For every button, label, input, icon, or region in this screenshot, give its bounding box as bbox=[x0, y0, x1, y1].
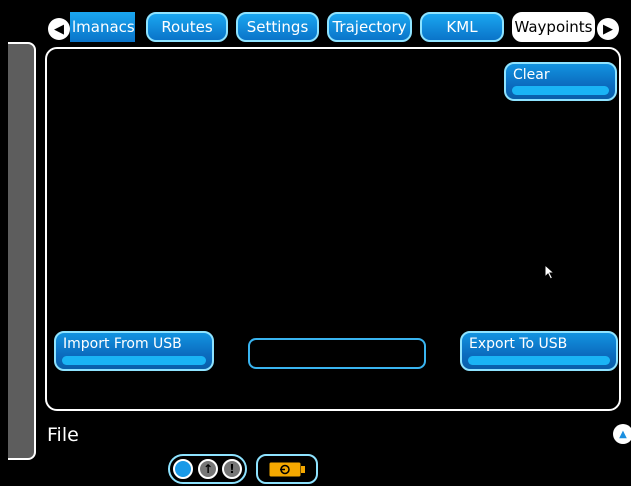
import-from-usb-button[interactable]: Import From USB bbox=[54, 331, 214, 371]
mouse-pointer-icon bbox=[544, 264, 556, 280]
button-highlight bbox=[468, 356, 610, 365]
tab-label: Trajectory bbox=[332, 18, 407, 36]
tab-kml[interactable]: KML bbox=[420, 12, 504, 42]
tab-label: Routes bbox=[161, 18, 213, 36]
tab-waypoints[interactable]: Waypoints bbox=[512, 12, 595, 42]
page-title: File bbox=[47, 424, 79, 446]
tab-label: lmanacs bbox=[72, 18, 135, 36]
tab-label: Settings bbox=[246, 18, 309, 36]
filename-input[interactable] bbox=[248, 338, 426, 369]
left-arrow-icon[interactable]: ◀ bbox=[48, 18, 70, 40]
tab-label: Waypoints bbox=[514, 18, 593, 36]
alert-icon[interactable]: ! bbox=[222, 459, 242, 479]
import-button-label: Import From USB bbox=[63, 336, 182, 352]
export-to-usb-button[interactable]: Export To USB bbox=[460, 331, 618, 371]
info-icon[interactable]: ↑ bbox=[198, 459, 218, 479]
tab-bar: ◀ lmanacs Routes Settings Trajectory KML… bbox=[0, 0, 631, 46]
tab-label: KML bbox=[446, 18, 478, 36]
battery-icon bbox=[268, 461, 305, 478]
active-mode-icon[interactable] bbox=[173, 459, 193, 479]
right-arrow-icon[interactable]: ▶ bbox=[597, 18, 619, 40]
button-highlight bbox=[62, 356, 206, 365]
clear-button-label: Clear bbox=[513, 67, 550, 83]
scroll-up-icon[interactable]: ▲ bbox=[613, 424, 631, 444]
mode-indicator-group[interactable]: ↑ ! bbox=[168, 454, 247, 484]
waypoints-panel: Clear Import From USB Export To USB bbox=[45, 47, 621, 411]
tab-routes[interactable]: Routes bbox=[146, 12, 228, 42]
export-button-label: Export To USB bbox=[469, 336, 568, 352]
battery-button[interactable] bbox=[256, 454, 318, 484]
tab-settings[interactable]: Settings bbox=[236, 12, 319, 42]
side-panel bbox=[8, 42, 36, 460]
tab-trajectory[interactable]: Trajectory bbox=[327, 12, 412, 42]
button-highlight bbox=[512, 86, 609, 95]
clear-button[interactable]: Clear bbox=[504, 62, 617, 101]
tab-almanacs[interactable]: lmanacs bbox=[70, 12, 135, 42]
